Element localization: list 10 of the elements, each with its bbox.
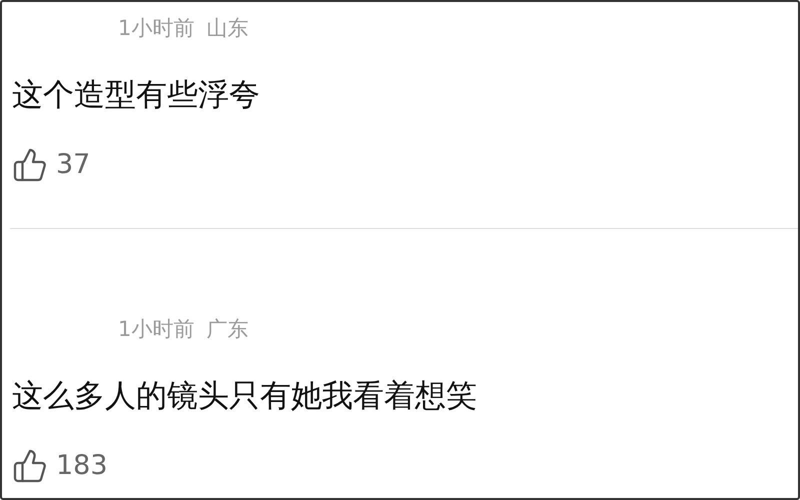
like-count: 37 [56,148,90,182]
thumbs-up-icon[interactable] [12,147,48,183]
comment-location: 广东 [206,316,248,343]
comment-time: 1小时前 [118,15,194,42]
comment-text: 这么多人的镜头只有她我看着想笑 [12,377,477,416]
like-count: 183 [56,449,108,483]
thumbs-up-icon[interactable] [12,448,48,484]
comment-time: 1小时前 [118,316,194,343]
comment-location: 山东 [206,15,248,42]
comment-text: 这个造型有些浮夸 [12,76,260,115]
